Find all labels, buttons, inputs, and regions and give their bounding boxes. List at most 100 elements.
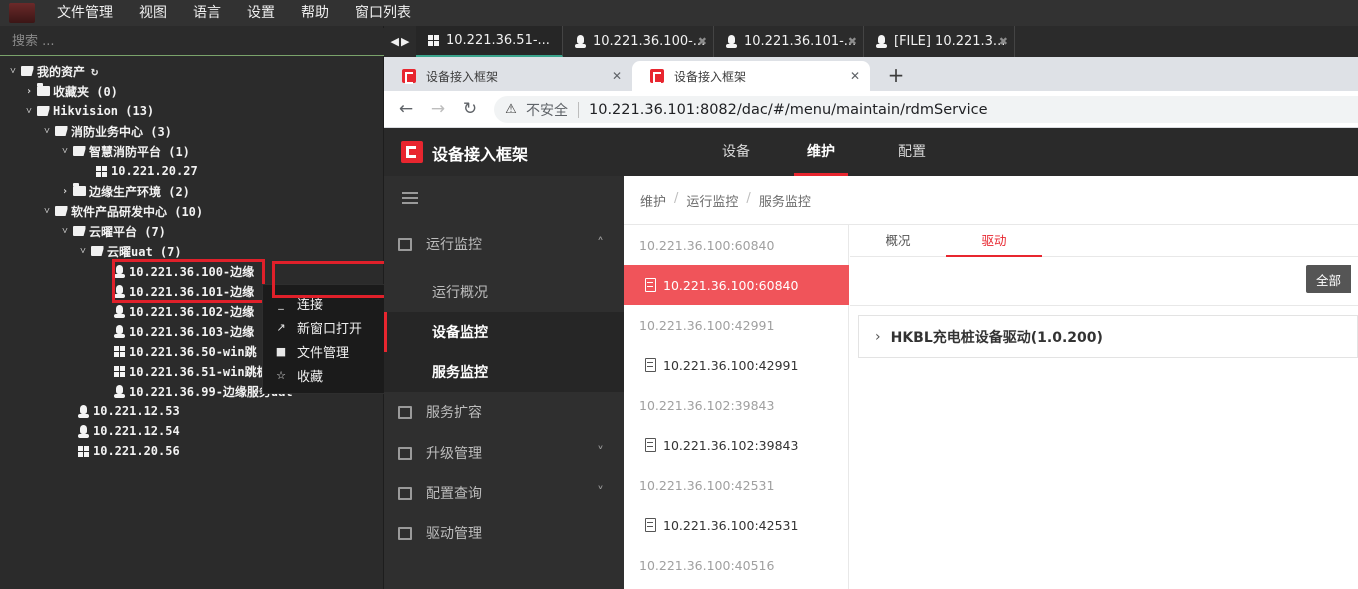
tree-node-favorites[interactable]: › 收藏夹 (0) xyxy=(22,81,118,101)
tree-host-20-27[interactable]: 10.221.20.27 xyxy=(94,161,198,181)
tab-driver[interactable]: 驱动 xyxy=(946,225,1042,257)
menu-settings[interactable]: 设置 xyxy=(234,0,288,26)
tree-host-36-103[interactable]: 10.221.36.103-边缘 xyxy=(112,321,254,341)
nav-config[interactable]: 配置 xyxy=(882,128,942,176)
chevron-right-icon[interactable]: › xyxy=(22,81,36,101)
url-field[interactable]: ⚠ 不安全 10.221.36.101:8082/dac/#/menu/main… xyxy=(494,96,1358,123)
folder-open-icon xyxy=(90,244,104,258)
server-icon xyxy=(645,518,656,532)
tree-host-36-50[interactable]: 10.221.36.50-win跳 xyxy=(112,341,257,361)
session-tab-label: 10.221.36.101-... xyxy=(744,34,857,49)
forward-arrow-icon[interactable]: → xyxy=(426,97,450,121)
chevron-down-icon[interactable]: ˅ xyxy=(6,61,20,81)
chevron-right-icon[interactable]: › xyxy=(58,181,72,201)
filter-all-button[interactable]: 全部 xyxy=(1306,265,1351,293)
driver-collapse-panel[interactable]: › HKBL充电桩设备驱动(1.0.200) xyxy=(858,315,1358,358)
tree-node-smart-fire[interactable]: ˅ 智慧消防平台 (1) xyxy=(58,141,190,161)
monitor-icon xyxy=(398,237,412,251)
browser-tab-2[interactable]: 设备接入框架 ✕ xyxy=(632,61,870,91)
folder-open-icon xyxy=(72,224,86,238)
tree-label: 云曜平台 (7) xyxy=(89,224,166,239)
tree-label: 10.221.36.50-win跳 xyxy=(129,344,257,359)
search-input[interactable] xyxy=(0,28,384,55)
session-tab-36-101[interactable]: 10.221.36.101-... ✖ xyxy=(714,26,864,57)
breadcrumb-item: 服务监控 xyxy=(758,195,811,210)
browser-tab-1[interactable]: 设备接入框架 ✕ xyxy=(384,61,632,91)
chevron-down-icon[interactable]: ˅ xyxy=(40,121,54,141)
breadcrumb: 维护 / 运行监控 / 服务监控 xyxy=(640,191,811,210)
chevron-up-icon: ˄ xyxy=(597,236,604,252)
side-config-query[interactable]: 配置查询 ˅ xyxy=(384,473,624,513)
triangle-right-icon[interactable]: ▶ xyxy=(401,35,409,48)
triangle-left-icon[interactable]: ◀ xyxy=(391,35,399,48)
tree-host-12-53[interactable]: 10.221.12.53 xyxy=(76,401,180,421)
linux-icon xyxy=(874,35,888,49)
reload-icon[interactable]: ↻ xyxy=(458,97,482,121)
tree-host-12-54[interactable]: 10.221.12.54 xyxy=(76,421,180,441)
close-icon[interactable]: ✕ xyxy=(612,69,622,83)
menu-help[interactable]: 帮助 xyxy=(288,0,342,26)
browser-tab-strip: 设备接入框架 ✕ 设备接入框架 ✕ + xyxy=(384,57,1358,91)
tree-host-20-56[interactable]: 10.221.20.56 xyxy=(76,441,180,461)
side-service-scale[interactable]: 服务扩容 xyxy=(384,392,624,432)
tree-node-root[interactable]: ˅ 我的资产 ↻ xyxy=(6,61,98,81)
close-icon[interactable]: ✕ xyxy=(850,69,860,83)
menu-window-list[interactable]: 窗口列表 xyxy=(342,0,424,26)
breadcrumb-item[interactable]: 维护 xyxy=(640,191,666,210)
menu-file-manage[interactable]: 文件管理 xyxy=(44,0,126,26)
nav-device[interactable]: 设备 xyxy=(706,128,766,176)
url-text[interactable]: 10.221.36.101:8082/dac/#/menu/maintain/r… xyxy=(589,102,988,118)
tree-node-yunyao-uat[interactable]: ˅ 云曜uat (7) xyxy=(76,241,181,261)
service-label: 10.221.36.100:42991 xyxy=(663,357,799,373)
breadcrumb-item[interactable]: 运行监控 xyxy=(686,191,738,210)
service-row[interactable]: 10.221.36.100:42991 xyxy=(624,345,849,385)
service-row[interactable]: 10.221.36.100:60840 xyxy=(624,265,849,305)
new-tab-button[interactable]: + xyxy=(884,61,908,89)
tab-scroll-arrows[interactable]: ◀ ▶ xyxy=(386,26,414,57)
tree-host-36-51[interactable]: 10.221.36.51-win跳板机 xyxy=(112,361,281,381)
close-icon[interactable]: ✖ xyxy=(698,35,707,48)
session-tab-file[interactable]: [FILE] 10.221.3... ✖ xyxy=(864,26,1015,57)
warning-icon[interactable]: ⚠ xyxy=(504,102,518,117)
linux-icon xyxy=(112,264,126,278)
tree-node-hikvision[interactable]: ˅ Hikvision (13) xyxy=(22,101,154,121)
menu-view[interactable]: 视图 xyxy=(126,0,180,26)
side-run-monitor[interactable]: 运行监控 ˄ xyxy=(384,224,624,264)
tree-node-yunyao[interactable]: ˅ 云曜平台 (7) xyxy=(58,221,166,241)
folder-open-icon xyxy=(54,124,68,138)
tree-node-software-center[interactable]: ˅ 软件产品研发中心 (10) xyxy=(40,201,203,221)
chevron-down-icon[interactable]: ˅ xyxy=(40,201,54,221)
nav-maintain[interactable]: 维护 xyxy=(794,128,848,176)
menu-toggle-icon[interactable] xyxy=(402,192,418,204)
tree-host-36-100[interactable]: 10.221.36.100-边缘 xyxy=(112,261,254,281)
tree-host-36-101[interactable]: 10.221.36.101-边缘 xyxy=(112,281,254,301)
session-tab-36-100[interactable]: 10.221.36.100-... ✖ xyxy=(563,26,714,57)
browser-tab-label: 设备接入框架 xyxy=(674,69,747,84)
chevron-down-icon[interactable]: ˅ xyxy=(58,221,72,241)
session-tab-36-51[interactable]: 10.221.36.51-... xyxy=(416,26,563,57)
service-row[interactable]: 10.221.36.102:39843 xyxy=(624,425,849,465)
tree-node-fire-center[interactable]: ˅ 消防业务中心 (3) xyxy=(40,121,172,141)
service-label: 10.221.36.100:60840 xyxy=(663,277,799,293)
tree-host-36-102[interactable]: 10.221.36.102-边缘 xyxy=(112,301,254,321)
service-row[interactable]: 10.221.36.100:42531 xyxy=(624,505,849,545)
windows-icon xyxy=(426,34,440,48)
chevron-down-icon[interactable]: ˅ xyxy=(76,241,90,261)
side-service-monitor[interactable]: 服务监控 xyxy=(384,352,624,392)
back-arrow-icon[interactable]: ← xyxy=(394,97,418,121)
side-upgrade-manage[interactable]: 升级管理 ˅ xyxy=(384,433,624,473)
chevron-right-icon[interactable]: › xyxy=(875,329,881,345)
side-run-overview[interactable]: 运行概况 xyxy=(384,272,624,312)
close-icon[interactable]: ✖ xyxy=(999,35,1008,48)
tree-node-edge-prod[interactable]: › 边缘生产环境 (2) xyxy=(58,181,190,201)
tree-label: 10.221.20.27 xyxy=(111,164,198,178)
server-icon xyxy=(645,358,656,372)
tab-overview[interactable]: 概况 xyxy=(850,225,946,257)
close-icon[interactable]: ✖ xyxy=(848,35,857,48)
refresh-icon[interactable]: ↻ xyxy=(91,64,98,78)
chevron-down-icon[interactable]: ˅ xyxy=(22,101,36,121)
chevron-down-icon[interactable]: ˅ xyxy=(58,141,72,161)
side-driver-manage[interactable]: 驱动管理 xyxy=(384,513,624,553)
side-device-monitor[interactable]: 设备监控 xyxy=(384,312,624,352)
menu-language[interactable]: 语言 xyxy=(180,0,234,26)
